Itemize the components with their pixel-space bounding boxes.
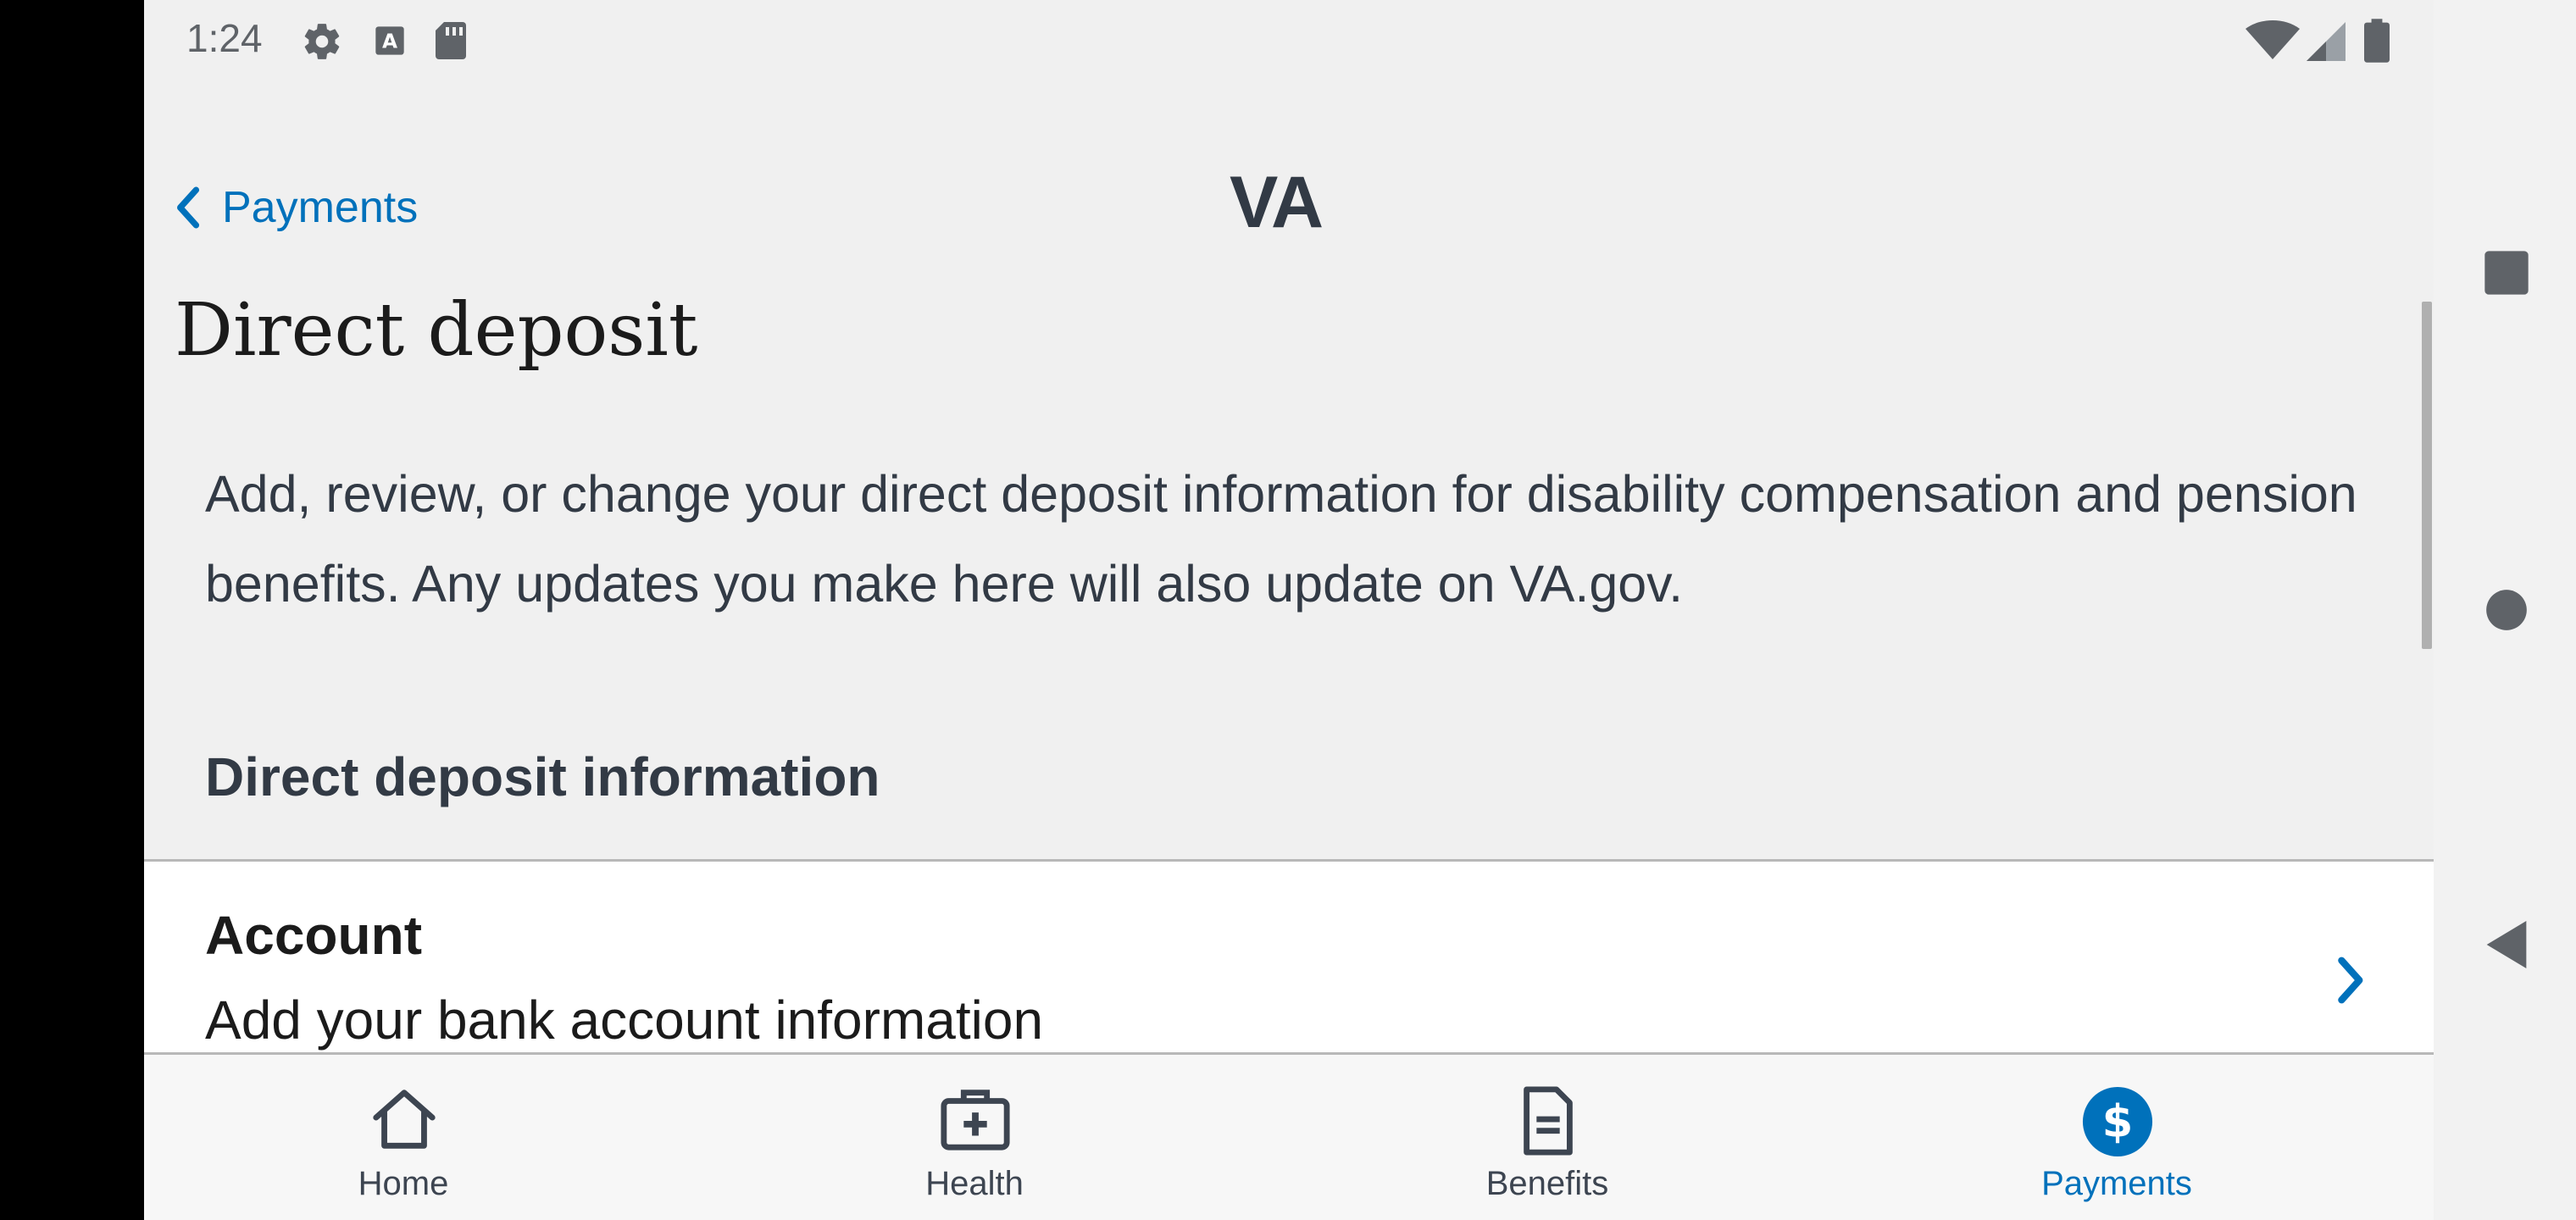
system-nav-bar xyxy=(2434,0,2576,1220)
account-row[interactable]: Account Add your bank account informatio… xyxy=(144,862,2434,1052)
recents-icon[interactable] xyxy=(2483,249,2530,297)
tab-benefits[interactable]: Benefits xyxy=(1378,1055,1717,1220)
page-description: Add, review, or change your direct depos… xyxy=(205,465,2357,613)
cell-signal-icon xyxy=(2307,22,2346,61)
va-logo: VA xyxy=(1230,162,1324,243)
wifi-icon xyxy=(2246,20,2300,59)
status-time: 1:24 xyxy=(186,16,263,60)
medical-kit-icon xyxy=(941,1090,1010,1151)
left-bezel xyxy=(0,0,144,1220)
tab-payments[interactable]: $ Payments xyxy=(1947,1055,2286,1220)
home-button-icon[interactable] xyxy=(2484,588,2529,632)
back-to-payments-link[interactable]: Payments xyxy=(175,178,418,237)
back-button-icon[interactable] xyxy=(2483,918,2530,971)
keyboard-a-icon: A xyxy=(375,26,404,55)
chevron-right-icon xyxy=(2338,957,2363,1004)
tab-label: Home xyxy=(358,1165,449,1202)
svg-text:$: $ xyxy=(2102,1096,2134,1148)
home-icon xyxy=(373,1090,436,1149)
account-subtitle: Add your bank account information xyxy=(205,990,1044,1051)
account-title: Account xyxy=(205,905,422,966)
document-icon xyxy=(1524,1086,1573,1156)
tab-home[interactable]: Home xyxy=(234,1055,573,1220)
bottom-tab-bar: Home Health Benefits $ Payments xyxy=(144,1055,2434,1220)
chevron-left-icon xyxy=(177,186,200,229)
section-heading: Direct deposit information xyxy=(205,746,880,807)
dollar-icon: $ xyxy=(2082,1086,2153,1157)
tab-label: Benefits xyxy=(1485,1165,1609,1202)
svg-text:A: A xyxy=(382,29,397,53)
page-title: Direct deposit xyxy=(175,288,698,373)
tab-health[interactable]: Health xyxy=(805,1055,1144,1220)
back-label: Payments xyxy=(222,183,419,232)
battery-icon xyxy=(2364,19,2390,63)
status-bar: 1:24 A xyxy=(144,0,2434,85)
sd-card-icon xyxy=(436,22,466,59)
app-screen: 1:24 A Payments VA Direct deposit Add, r… xyxy=(144,0,2434,1220)
tab-label: Payments xyxy=(2041,1165,2192,1202)
tab-label: Health xyxy=(925,1165,1024,1202)
scrollbar-thumb[interactable] xyxy=(2422,302,2432,649)
gear-icon xyxy=(304,24,340,59)
